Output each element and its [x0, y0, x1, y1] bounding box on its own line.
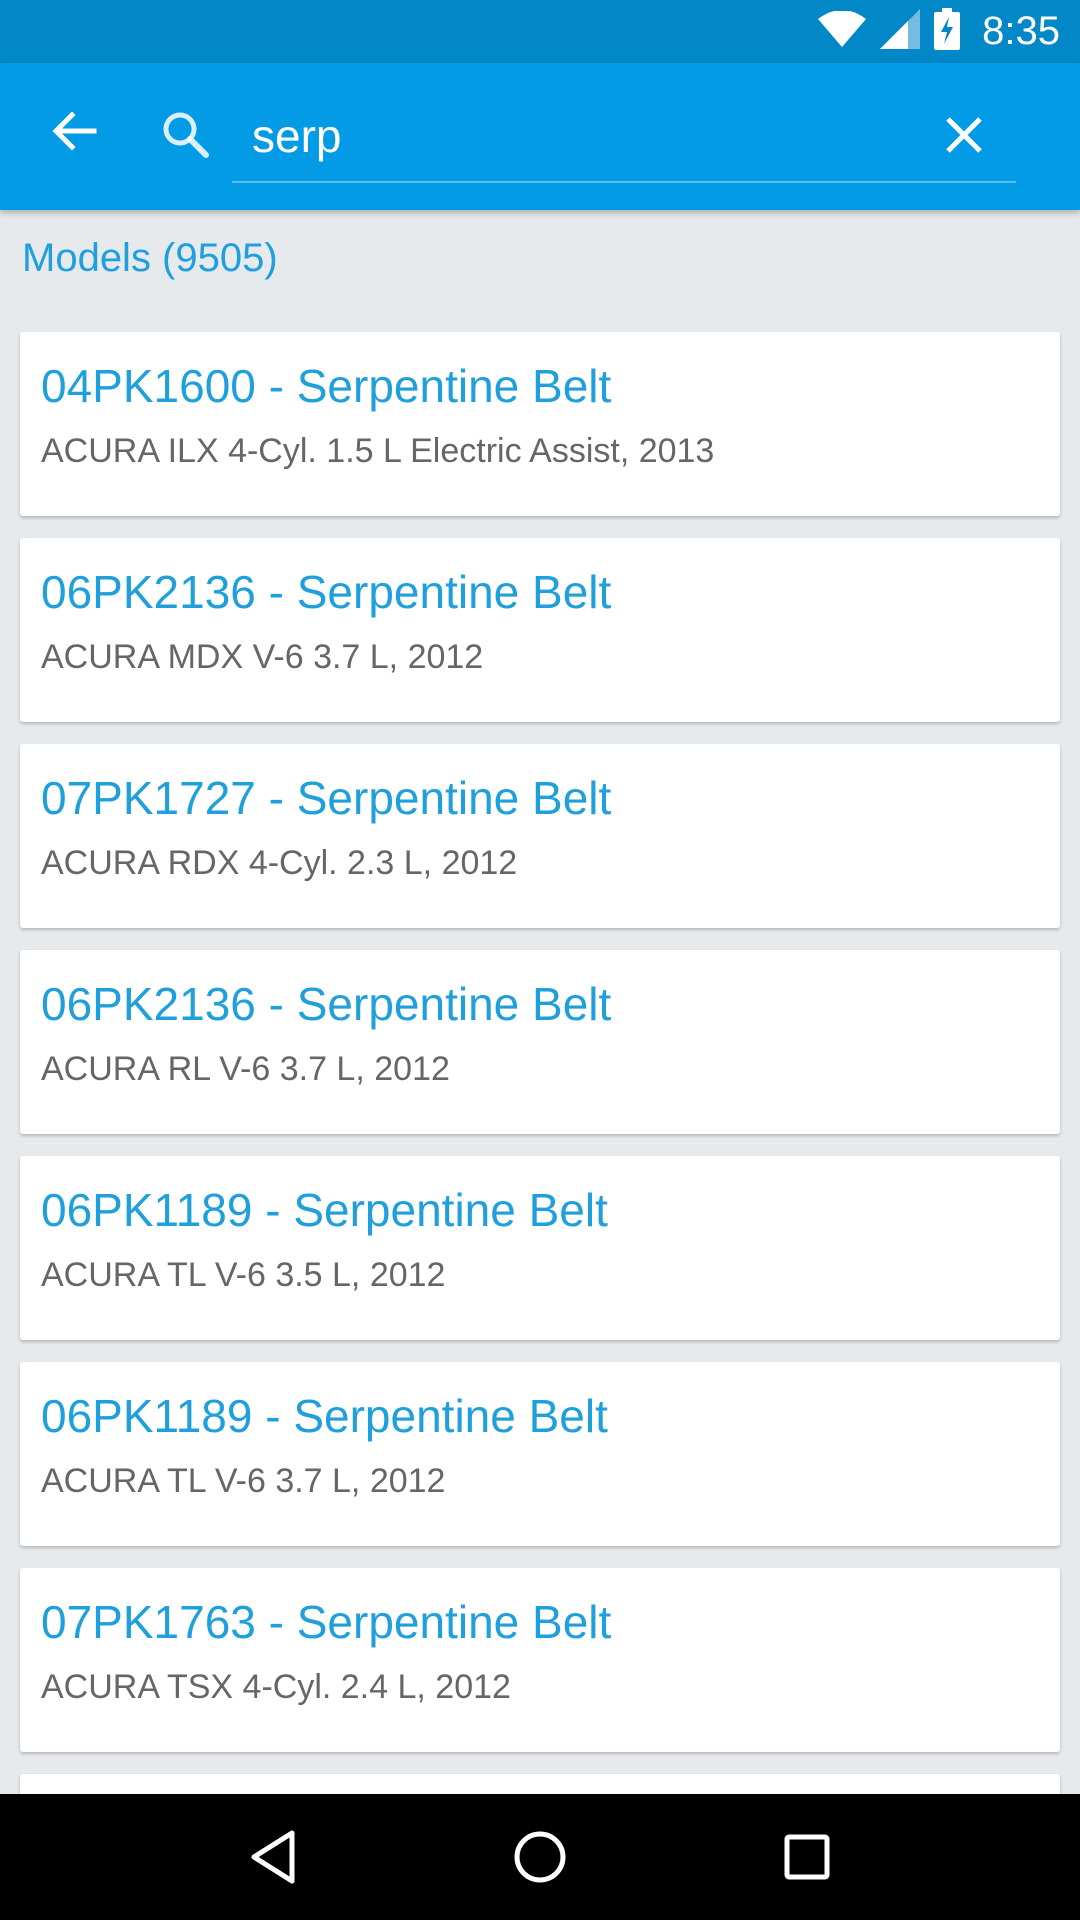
result-title: 06PK1189 - Serpentine Belt — [41, 1184, 608, 1236]
models-section-title: Models (9505) — [22, 236, 278, 280]
result-subtitle: ACURA RDX 4-Cyl. 2.3 L, 2012 — [41, 844, 518, 882]
signal-icon — [880, 9, 921, 54]
result-card[interactable]: 06PK1189 - Serpentine Belt ACURA TL V-6 … — [20, 1156, 1060, 1340]
result-card[interactable]: 06PK2136 - Serpentine Belt ACURA RL V-6 … — [20, 950, 1060, 1134]
nav-back-button[interactable] — [233, 1817, 313, 1897]
system-navigation-bar — [0, 1794, 1080, 1920]
result-title: 04PK1600 - Serpentine Belt — [41, 360, 612, 412]
status-clock: 8:35 — [982, 9, 1060, 53]
search-input[interactable] — [232, 91, 1016, 183]
status-icons: 8:35 — [818, 8, 1060, 55]
result-title: 07PK1763 - Serpentine Belt — [41, 1596, 612, 1648]
result-title: 06PK1189 - Serpentine Belt — [41, 1390, 608, 1442]
result-card[interactable]: 04PK1600 - Serpentine Belt ACURA ILX 4-C… — [20, 332, 1060, 516]
close-icon — [946, 117, 982, 153]
result-subtitle: ACURA RL V-6 3.7 L, 2012 — [41, 1050, 450, 1088]
result-card[interactable]: 07PK1763 - Serpentine Belt ACURA TSX 4-C… — [20, 1568, 1060, 1752]
result-card[interactable]: 06PK2136 - Serpentine Belt ACURA MDX V-6… — [20, 538, 1060, 722]
nav-recents-button[interactable] — [767, 1817, 847, 1897]
back-button[interactable] — [36, 93, 112, 169]
result-subtitle: ACURA TL V-6 3.7 L, 2012 — [41, 1462, 446, 1500]
result-subtitle: ACURA TSX 4-Cyl. 2.4 L, 2012 — [41, 1668, 511, 1706]
result-card[interactable]: 06PK1189 - Serpentine Belt ACURA TL V-6 … — [20, 1362, 1060, 1546]
home-circle-icon — [514, 1831, 566, 1883]
result-title: 06PK2136 - Serpentine Belt — [41, 566, 612, 618]
result-subtitle: ACURA TL V-6 3.5 L, 2012 — [41, 1256, 446, 1294]
status-bar: 8:35 — [0, 0, 1080, 63]
battery-charging-icon — [934, 8, 961, 55]
nav-home-button[interactable] — [500, 1817, 580, 1897]
result-subtitle: ACURA MDX V-6 3.7 L, 2012 — [41, 638, 484, 676]
search-icon — [160, 109, 210, 159]
recents-square-icon — [784, 1834, 830, 1880]
results-list: 04PK1600 - Serpentine Belt ACURA ILX 4-C… — [20, 332, 1060, 1824]
back-triangle-icon — [251, 1830, 295, 1884]
result-card[interactable]: 07PK1727 - Serpentine Belt ACURA RDX 4-C… — [20, 744, 1060, 928]
clear-search-button[interactable] — [928, 99, 1000, 171]
arrow-back-icon — [52, 111, 97, 151]
result-title: 07PK1727 - Serpentine Belt — [41, 772, 612, 824]
wifi-icon — [818, 10, 867, 52]
result-subtitle: ACURA ILX 4-Cyl. 1.5 L Electric Assist, … — [41, 432, 715, 470]
result-title: 06PK2136 - Serpentine Belt — [41, 978, 612, 1030]
search-app-bar — [0, 63, 1080, 210]
